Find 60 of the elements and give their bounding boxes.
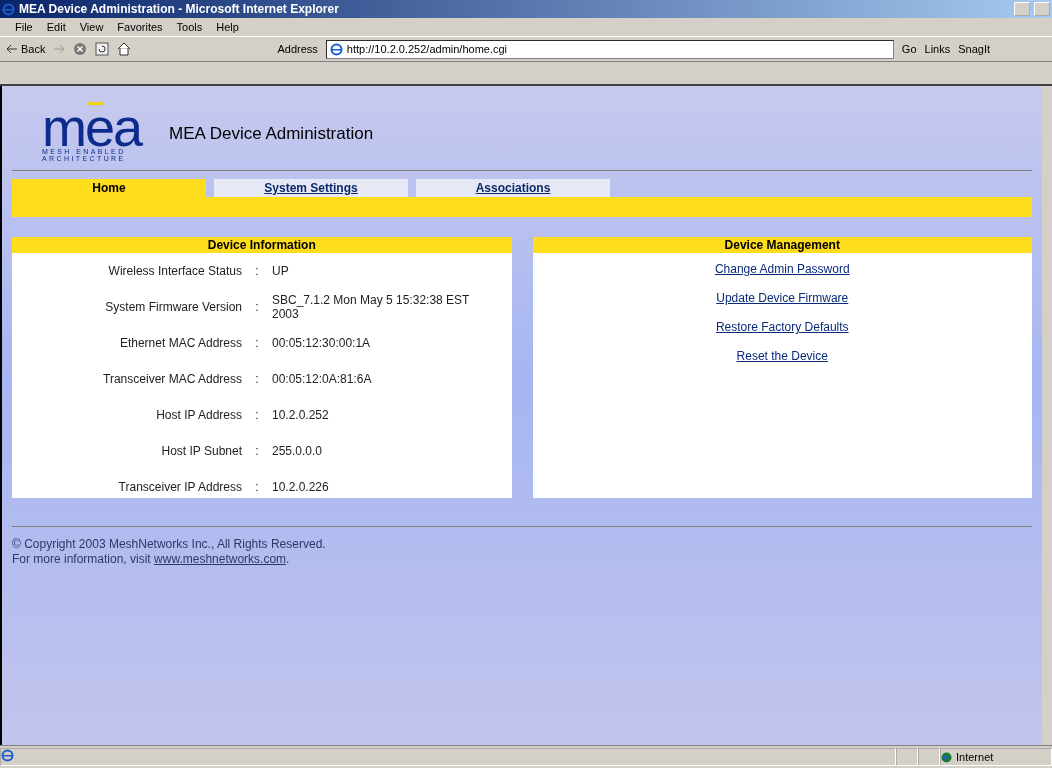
info-label: Transceiver MAC Address xyxy=(102,372,242,386)
separator: : xyxy=(254,408,260,422)
separator: : xyxy=(254,372,260,386)
info-value: 00:05:12:30:00:1A xyxy=(272,336,372,350)
separator: : xyxy=(254,444,260,458)
period-text: . xyxy=(286,552,290,566)
menu-item[interactable]: Help xyxy=(211,21,244,33)
browser-icon xyxy=(329,42,343,56)
info-value: 10.2.0.252 xyxy=(272,408,330,422)
nav-tab[interactable]: System Settings xyxy=(214,179,408,197)
maximize-button[interactable] xyxy=(1034,2,1050,16)
address-text: http://10.2.0.252/admin/home.cgi xyxy=(346,43,508,55)
address-field[interactable]: http://10.2.0.252/admin/home.cgi xyxy=(325,39,894,59)
menu-item[interactable]: Edit xyxy=(41,21,71,33)
snagit-button[interactable]: SnagIt xyxy=(958,43,990,55)
page-title: MEA Device Administration xyxy=(169,124,374,144)
menu-item[interactable]: File xyxy=(10,21,38,33)
separator: : xyxy=(254,300,260,314)
management-link[interactable]: Reset the Device xyxy=(736,349,828,363)
management-link[interactable]: Change Admin Password xyxy=(714,262,850,276)
info-value: 00:05:12:0A:81:6A xyxy=(272,372,373,386)
info-text: For more information, visit xyxy=(12,552,151,566)
nav-tab[interactable]: Associations xyxy=(416,179,610,197)
nav-tab[interactable]: Home xyxy=(12,179,206,197)
info-label: Wireless Interface Status xyxy=(107,264,242,278)
minimize-button[interactable] xyxy=(1014,2,1030,16)
info-value: 255.0.0.0 xyxy=(272,444,324,458)
back-arrow-icon xyxy=(6,44,18,54)
copyright-text: © Copyright 2003 MeshNetworks Inc., All Rights Reserved. xyxy=(12,537,327,552)
browser-icon xyxy=(2,2,15,16)
menu-item[interactable]: Tools xyxy=(171,21,208,33)
status-pane xyxy=(918,748,940,766)
stop-icon[interactable] xyxy=(73,42,88,56)
info-label: Host IP Address xyxy=(155,408,242,422)
refresh-icon[interactable] xyxy=(95,42,110,56)
go-button[interactable]: Go xyxy=(901,43,917,55)
separator: : xyxy=(254,336,260,350)
zone-indicator: Internet xyxy=(940,748,1052,766)
browser-icon xyxy=(1,749,14,762)
panel-title: Device Management xyxy=(532,237,1032,253)
home-icon[interactable] xyxy=(117,42,132,56)
info-label: Ethernet MAC Address xyxy=(118,336,242,350)
management-link[interactable]: Restore Factory Defaults xyxy=(715,320,849,334)
globe-icon xyxy=(941,751,952,763)
back-button[interactable]: Back xyxy=(6,43,46,55)
info-label: Transceiver IP Address xyxy=(117,480,242,494)
links-button[interactable]: Links xyxy=(924,43,951,55)
info-value: UP xyxy=(272,264,290,278)
info-label: System Firmware Version xyxy=(104,300,242,314)
separator: : xyxy=(254,480,260,494)
menu-item[interactable]: View xyxy=(74,21,109,33)
info-value: 10.2.0.226 xyxy=(272,480,330,494)
management-link[interactable]: Update Device Firmware xyxy=(716,291,849,305)
info-label: Host IP Subnet xyxy=(160,444,242,458)
menu-item[interactable]: Favorites xyxy=(112,21,168,33)
window-title: MEA Device Administration - Microsoft Internet Explorer xyxy=(19,2,340,16)
panel-title: Device Information xyxy=(12,237,512,253)
separator: : xyxy=(254,264,260,278)
address-label: Address xyxy=(277,43,318,55)
info-value: SBC_7.1.2 Mon May 5 15:32:38 EST 2003 xyxy=(272,293,471,321)
